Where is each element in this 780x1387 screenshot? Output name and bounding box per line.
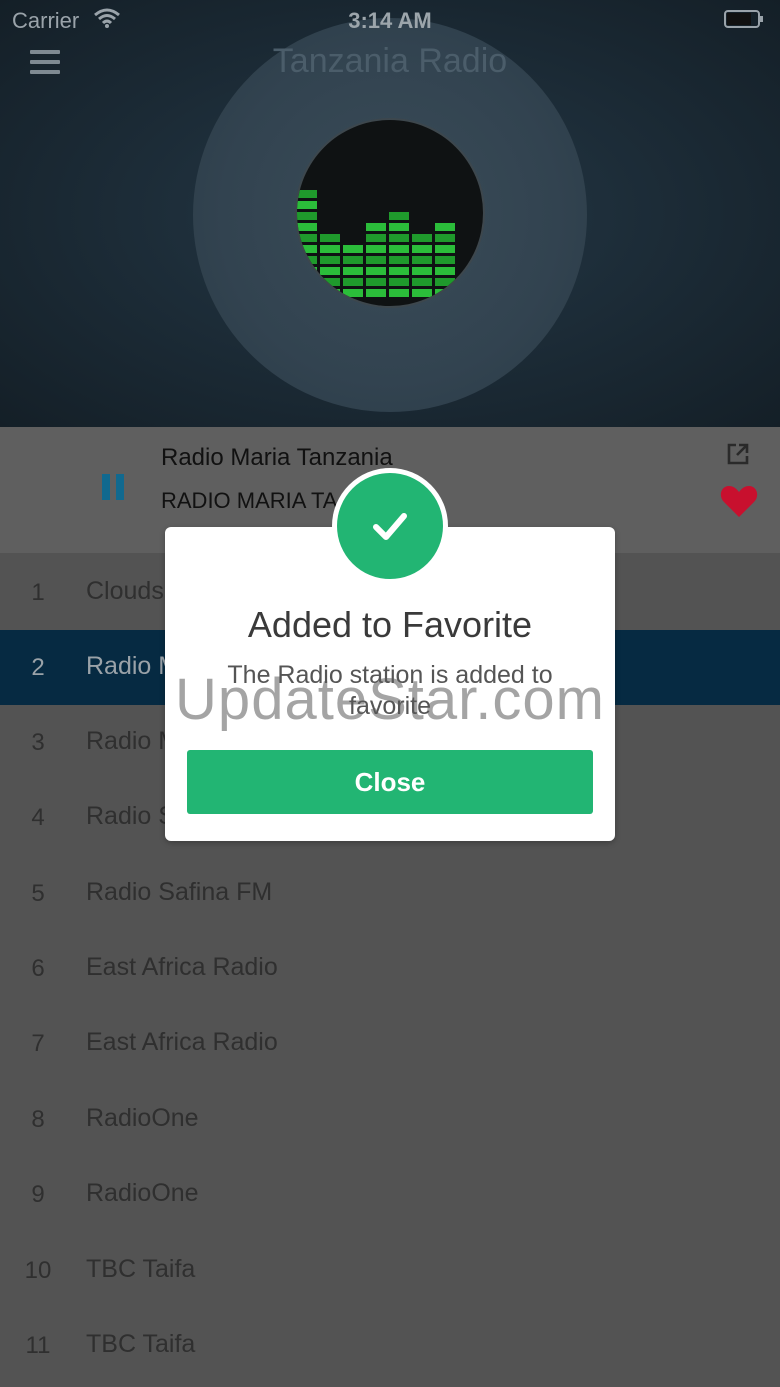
battery-icon bbox=[724, 10, 763, 28]
station-name: TBC Taifa bbox=[86, 1330, 196, 1358]
list-item[interactable]: 11 TBC Taifa bbox=[0, 1308, 780, 1383]
now-playing-subtitle: RADIO MARIA TA bbox=[161, 488, 338, 513]
share-icon[interactable] bbox=[726, 442, 750, 466]
station-number: 3 bbox=[31, 729, 45, 756]
app-title: Tanzania Radio bbox=[272, 42, 508, 80]
dialog-message: The Radio station is added to favorite bbox=[227, 661, 553, 720]
status-time: 3:14 AM bbox=[348, 8, 432, 33]
list-item[interactable]: 8 RadioOne bbox=[0, 1082, 780, 1157]
station-number: 2 bbox=[31, 654, 45, 681]
station-name: Radio S bbox=[86, 802, 175, 830]
station-number: 6 bbox=[31, 955, 45, 982]
station-number: 10 bbox=[24, 1257, 52, 1284]
now-playing-title: Radio Maria Tanzania bbox=[161, 444, 393, 471]
close-button[interactable]: Close bbox=[187, 750, 593, 814]
station-number: 8 bbox=[31, 1106, 45, 1133]
pause-icon[interactable] bbox=[102, 474, 126, 500]
station-name: Clouds bbox=[86, 577, 164, 605]
header: Carrier 3:14 AM Tanzania Radio bbox=[0, 0, 780, 427]
station-name: Radio Safina FM bbox=[86, 878, 273, 906]
heart-icon[interactable] bbox=[720, 484, 758, 518]
list-item[interactable]: 5 Radio Safina FM bbox=[0, 856, 780, 931]
station-number: 7 bbox=[31, 1030, 45, 1057]
station-name: East Africa Radio bbox=[86, 1028, 278, 1056]
list-item[interactable]: 10 TBC Taifa bbox=[0, 1233, 780, 1308]
list-item[interactable]: 7 East Africa Radio bbox=[0, 1006, 780, 1081]
station-number: 11 bbox=[25, 1332, 51, 1359]
check-icon bbox=[373, 513, 407, 540]
status-bar: Carrier 3:14 AM bbox=[0, 0, 780, 40]
station-number: 4 bbox=[31, 804, 45, 831]
station-name: East Africa Radio bbox=[86, 953, 278, 981]
dialog-title: Added to Favorite bbox=[247, 604, 533, 645]
success-badge bbox=[332, 468, 448, 584]
equalizer-icon bbox=[297, 190, 455, 297]
station-number: 9 bbox=[31, 1181, 45, 1208]
equalizer-artwork bbox=[297, 120, 483, 306]
list-item[interactable]: 6 East Africa Radio bbox=[0, 931, 780, 1006]
station-name: RadioOne bbox=[86, 1104, 199, 1132]
station-number: 1 bbox=[31, 579, 45, 606]
list-item[interactable]: 9 RadioOne bbox=[0, 1157, 780, 1232]
station-number: 5 bbox=[31, 880, 45, 907]
station-name: TBC Taifa bbox=[86, 1255, 196, 1283]
station-name: RadioOne bbox=[86, 1179, 199, 1207]
